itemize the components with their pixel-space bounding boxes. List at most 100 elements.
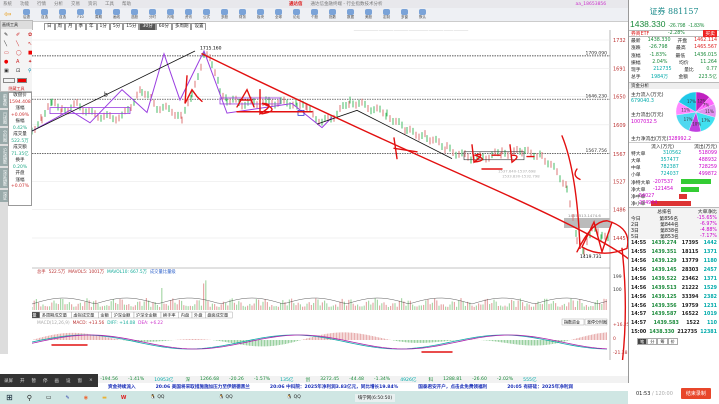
news-item[interactable]: 20:05 有研硅：2025年净利润: [507, 384, 573, 390]
quote-label: 最新: [631, 39, 641, 45]
etf-pct: -2.28%: [667, 31, 685, 37]
index-value: 555亿: [523, 377, 537, 383]
etf-name[interactable]: 券商ETF: [631, 30, 649, 37]
kline-chart[interactable]: 1732 1691 1650 1609 1567 1527 1486 1445 1709.090…: [32, 30, 630, 360]
folder-icon[interactable]: ▬: [102, 395, 107, 401]
news-item[interactable]: 资金持续流入: [108, 384, 136, 390]
toolbar-button[interactable]: 公式: [200, 9, 214, 20]
menu-item[interactable]: 帮助: [122, 1, 131, 7]
news-item[interactable]: 20:06 中科院：2025年净利润3.83亿元，同比增长19.84%: [270, 384, 398, 390]
app-icon[interactable]: ✎: [66, 395, 70, 401]
toolbar-button[interactable]: 多股: [218, 9, 232, 20]
taskbar-app[interactable]: 🐧 QQ: [218, 395, 232, 400]
toolbar-button[interactable]: 后退: [20, 9, 34, 20]
toolbar-button[interactable]: 选股: [128, 9, 142, 20]
ray-icon[interactable]: ╲: [16, 41, 25, 47]
menu-item[interactable]: 分析: [54, 1, 63, 7]
recorder-button[interactable]: 停: [43, 378, 48, 384]
volume-tab-label: 沪深金额: [114, 312, 132, 319]
pen-icon[interactable]: ✐: [16, 32, 25, 38]
toolbar-button[interactable]: 个股: [308, 9, 322, 20]
browser-icon[interactable]: ◉: [84, 395, 88, 401]
menu-item[interactable]: 行情: [37, 1, 46, 7]
toolbar-button[interactable]: 周期: [92, 9, 106, 20]
toolbar-button[interactable]: 指数: [326, 9, 340, 20]
recorder-button[interactable]: 窗: [78, 378, 83, 384]
menu-item[interactable]: 工具: [105, 1, 114, 7]
vertical-tab[interactable]: 沪深指数: [0, 146, 8, 166]
toolbar-button[interactable]: 闪电: [164, 9, 178, 20]
toolbar-button[interactable]: 资讯: [182, 9, 196, 20]
recorder-button[interactable]: 设: [66, 378, 71, 384]
stop-recording-button[interactable]: 结束录制: [680, 388, 711, 399]
toolbar-button[interactable]: 画线: [110, 9, 124, 20]
recorder-toolbar: 录屏 开 暂停 画设 窗 ×: [0, 374, 98, 387]
recorder-button[interactable]: 暂: [32, 378, 37, 384]
ellipse-icon[interactable]: ◯: [16, 50, 25, 56]
vertical-tab[interactable]: 前复权: [0, 92, 8, 108]
color-picker[interactable]: [17, 78, 27, 83]
toolbar-button[interactable]: 自选: [38, 9, 52, 20]
open-icon[interactable]: ⊡: [16, 68, 25, 74]
line-width-select[interactable]: [3, 78, 15, 83]
toolbar-button[interactable]: 论坛: [290, 9, 304, 20]
tick-count: 1442: [703, 241, 717, 247]
tick-tab[interactable]: 笔: [637, 338, 648, 346]
search-icon[interactable]: ⚲: [27, 394, 32, 402]
index-value: -1.57%: [253, 376, 271, 382]
recorder-button[interactable]: 画: [55, 378, 60, 384]
fund-outflow: 518099: [698, 150, 717, 156]
menu-item[interactable]: 系统: [3, 1, 12, 7]
fund-row: 大单 357477 488932: [629, 157, 719, 164]
tick-list[interactable]: 14:55 1439.274 17395 1442 14:55 1439.351 18115…: [629, 239, 719, 337]
wave-mark: b: [104, 92, 108, 99]
toolbar-button[interactable]: 分时: [146, 9, 160, 20]
recorder-button[interactable]: ×: [89, 378, 93, 383]
back-icon[interactable]: ⇦: [4, 10, 12, 20]
fund-inflow: 724037: [660, 172, 679, 178]
toolbar-button[interactable]: 多窗: [398, 9, 412, 20]
tick-price: 1439.583: [653, 321, 679, 327]
vertical-tab[interactable]: 日线图: [0, 110, 8, 126]
toolbar-button[interactable]: F10: [74, 9, 88, 20]
wps-icon[interactable]: W: [121, 395, 127, 401]
eraser-icon[interactable]: ✎: [4, 32, 13, 38]
vertical-tab[interactable]: 深证指数: [0, 168, 8, 188]
news-item[interactable]: 国泰君安开户，点击此免费领福利: [418, 384, 487, 390]
macd-label: MACD(12,26,9) MACD: +13.56 DIFF: +14.08 DEA…: [37, 320, 163, 326]
menu-item[interactable]: 资讯: [88, 1, 97, 7]
toolbar-button[interactable]: 默认: [416, 9, 430, 20]
recorder-button[interactable]: 开: [20, 378, 25, 384]
vertical-tab[interactable]: 深证: [0, 190, 8, 202]
rectangle-icon[interactable]: ▭: [4, 50, 13, 56]
news-item[interactable]: 20:06 美国将采取措施施加压力至伊朗德黑兰: [156, 384, 250, 390]
windows-start-icon[interactable]: ⊞: [6, 393, 13, 402]
toolbar-button[interactable]: 定制: [380, 9, 394, 20]
toolbar-button[interactable]: 数据: [344, 9, 358, 20]
toolbar-button[interactable]: 美股: [362, 9, 376, 20]
toolbar-button[interactable]: 全球: [272, 9, 286, 20]
tick-tab[interactable]: 价: [667, 338, 678, 346]
filled-ellipse-icon[interactable]: ●: [4, 59, 13, 65]
vertical-tab[interactable]: 分时图: [0, 128, 8, 144]
index-value: 创: [305, 377, 311, 383]
line-icon[interactable]: ╲: [4, 41, 13, 47]
toolbar-button[interactable]: 板块: [254, 9, 268, 20]
macd-button-label: 涨停分时图: [587, 319, 607, 325]
taskbar-app[interactable]: 🐧 QQ: [287, 395, 301, 400]
taskbar-app[interactable]: 🐧 QQ: [150, 395, 164, 400]
menu-item[interactable]: 交易: [71, 1, 80, 7]
etf-trade-button[interactable]: 买卖: [703, 30, 717, 38]
fund-row: 特大单 310562 518099: [629, 150, 719, 157]
toolbar-button[interactable]: 自选: [56, 9, 70, 20]
tick-tab[interactable]: 筹: [657, 338, 668, 346]
taskbar-app[interactable]: 嗨学网(6:50:50): [354, 393, 396, 402]
save-icon[interactable]: ▣: [4, 68, 13, 74]
toolbar-button[interactable]: 财务: [236, 9, 250, 20]
tick-row: 14:56 1439.356 19759 1231: [629, 302, 719, 311]
task-view-icon[interactable]: ▭: [46, 394, 52, 401]
menu-item[interactable]: 功能: [20, 1, 29, 7]
hand-drawn-arrow: [621, 247, 627, 360]
tick-tab[interactable]: 分: [647, 338, 658, 346]
text-icon[interactable]: A: [16, 59, 25, 65]
